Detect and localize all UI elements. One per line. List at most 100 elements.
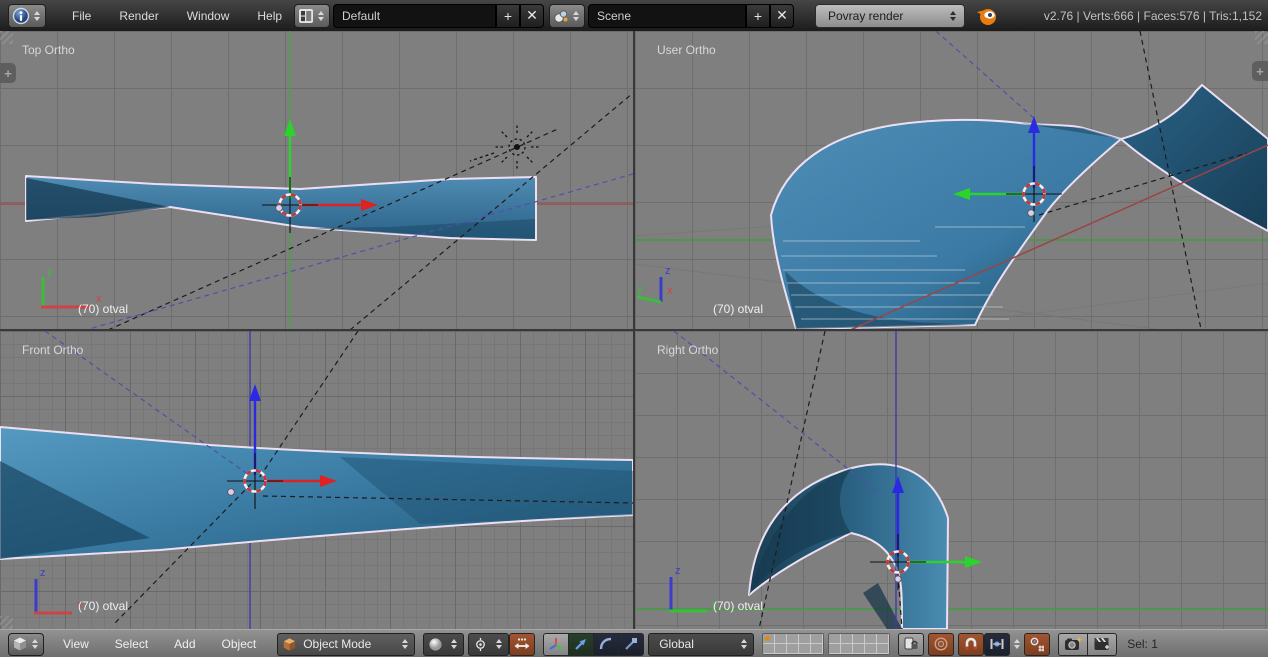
menu-render[interactable]: Render bbox=[105, 0, 172, 31]
viewport-shading-selector[interactable] bbox=[423, 633, 464, 656]
pivot-stepper[interactable] bbox=[494, 639, 504, 649]
stepper-up-arrow[interactable] bbox=[402, 639, 408, 643]
object-origin[interactable] bbox=[276, 205, 283, 212]
editor-type-selector[interactable] bbox=[8, 633, 44, 656]
orientation-selector[interactable]: Global bbox=[648, 633, 754, 656]
editor-type-stepper[interactable] bbox=[30, 639, 40, 649]
manipulator-toggle-button[interactable] bbox=[543, 633, 569, 656]
layer-toggle[interactable] bbox=[787, 634, 799, 644]
screen-layout-browser[interactable] bbox=[294, 4, 330, 28]
layer-toggle[interactable] bbox=[799, 644, 811, 654]
stepper-down-arrow[interactable] bbox=[34, 17, 40, 21]
viewport-front-ortho[interactable]: z x Front Ortho (70) otval bbox=[0, 331, 633, 629]
layer-toggle[interactable] bbox=[841, 644, 853, 654]
layout-name-field[interactable]: Default bbox=[333, 4, 496, 28]
layer-toggle[interactable] bbox=[865, 634, 877, 644]
layer-toggle[interactable] bbox=[763, 644, 775, 654]
stepper-down-arrow[interactable] bbox=[32, 645, 38, 649]
window-resize-grip[interactable] bbox=[0, 616, 13, 629]
mode-stepper[interactable] bbox=[400, 639, 410, 649]
layer-toggle[interactable] bbox=[787, 644, 799, 654]
scene-name-field[interactable]: Scene bbox=[588, 4, 746, 28]
layer-toggle[interactable] bbox=[877, 644, 889, 654]
stepper-up-arrow[interactable] bbox=[318, 11, 324, 15]
snap-element-stepper[interactable] bbox=[1012, 639, 1022, 649]
viewport-top-ortho[interactable]: y x Top Ortho (70) otval + bbox=[0, 31, 633, 329]
add-layout-button[interactable]: + bbox=[496, 4, 520, 28]
pivot-point-selector[interactable] bbox=[468, 633, 509, 656]
layer-toggle[interactable] bbox=[877, 634, 889, 644]
stepper-up-arrow[interactable] bbox=[573, 11, 579, 15]
layer-toggle[interactable] bbox=[829, 634, 841, 644]
orientation-stepper[interactable] bbox=[739, 639, 749, 649]
window-resize-grip[interactable] bbox=[0, 31, 13, 44]
translate-manipulator-button[interactable] bbox=[569, 633, 594, 656]
layout-stepper[interactable] bbox=[316, 11, 326, 21]
render-engine-selector[interactable]: Povray render bbox=[815, 4, 965, 28]
menu-view[interactable]: View bbox=[50, 637, 102, 651]
scene-stepper[interactable] bbox=[571, 11, 581, 21]
object-origin[interactable] bbox=[895, 576, 901, 582]
mesh-object-blade[interactable] bbox=[749, 464, 948, 629]
menu-window[interactable]: Window bbox=[173, 0, 244, 31]
layer-toggle[interactable] bbox=[853, 644, 865, 654]
engine-stepper[interactable] bbox=[948, 11, 958, 21]
shading-stepper[interactable] bbox=[449, 639, 459, 649]
snap-toggle[interactable] bbox=[958, 633, 984, 656]
close-layout-button[interactable]: ✕ bbox=[520, 4, 544, 28]
stepper-down-arrow[interactable] bbox=[741, 645, 747, 649]
snap-whole-objects-toggle[interactable] bbox=[1024, 633, 1050, 656]
opengl-render-button[interactable] bbox=[1058, 633, 1088, 656]
region-expand-tab[interactable]: + bbox=[1252, 61, 1268, 81]
stepper-down-arrow[interactable] bbox=[573, 17, 579, 21]
stepper-up-arrow[interactable] bbox=[32, 639, 38, 643]
viewport-user-ortho[interactable]: z y x User Ortho (70) otval + bbox=[635, 31, 1268, 329]
layer-toggle[interactable] bbox=[829, 644, 841, 654]
editor-type-selector[interactable] bbox=[8, 4, 46, 28]
stepper-down-arrow[interactable] bbox=[318, 17, 324, 21]
stepper-down-arrow[interactable] bbox=[451, 645, 457, 649]
stepper-down-arrow[interactable] bbox=[496, 645, 502, 649]
manipulate-centers-toggle[interactable] bbox=[509, 633, 535, 656]
stepper-down-arrow[interactable] bbox=[1014, 645, 1020, 649]
mesh-object-blade[interactable] bbox=[0, 427, 633, 559]
window-resize-grip[interactable] bbox=[1255, 31, 1268, 44]
layer-toggle[interactable] bbox=[865, 644, 877, 654]
layer-toggle[interactable] bbox=[841, 634, 853, 644]
region-expand-tab[interactable]: + bbox=[0, 63, 16, 83]
mode-selector[interactable]: Object Mode bbox=[277, 633, 415, 656]
layer-toggle[interactable] bbox=[811, 634, 823, 644]
menu-help[interactable]: Help bbox=[243, 0, 296, 31]
rotate-manipulator-button[interactable] bbox=[594, 633, 619, 656]
layer-toggle[interactable] bbox=[799, 634, 811, 644]
stepper-up-arrow[interactable] bbox=[950, 11, 956, 15]
layer-toggle[interactable] bbox=[775, 644, 787, 654]
menu-object[interactable]: Object bbox=[209, 637, 270, 651]
lock-to-scene-toggle[interactable] bbox=[898, 633, 924, 656]
stepper-up-arrow[interactable] bbox=[34, 11, 40, 15]
stepper-up-arrow[interactable] bbox=[496, 639, 502, 643]
object-origin[interactable] bbox=[228, 489, 235, 496]
menu-file[interactable]: File bbox=[58, 0, 105, 31]
editor-type-stepper[interactable] bbox=[32, 11, 42, 21]
opengl-render-animation-button[interactable] bbox=[1088, 633, 1117, 656]
proportional-edit-selector[interactable] bbox=[928, 633, 954, 656]
object-origin[interactable] bbox=[1028, 210, 1035, 217]
stepper-down-arrow[interactable] bbox=[402, 645, 408, 649]
layer-toggle[interactable] bbox=[853, 634, 865, 644]
snap-element-selector[interactable] bbox=[984, 633, 1010, 656]
scale-manipulator-button[interactable] bbox=[619, 633, 644, 656]
close-scene-button[interactable]: ✕ bbox=[770, 4, 794, 28]
layer-toggle[interactable] bbox=[763, 634, 775, 644]
viewport-right-ortho[interactable]: z y Right Ortho (70) otval bbox=[635, 331, 1268, 629]
stepper-down-arrow[interactable] bbox=[950, 17, 956, 21]
stepper-up-arrow[interactable] bbox=[1014, 639, 1020, 643]
scene-browser[interactable] bbox=[549, 4, 585, 28]
layer-toggle[interactable] bbox=[811, 644, 823, 654]
stepper-up-arrow[interactable] bbox=[741, 639, 747, 643]
layer-toggle[interactable] bbox=[775, 634, 787, 644]
menu-add[interactable]: Add bbox=[161, 637, 208, 651]
add-scene-button[interactable]: + bbox=[746, 4, 770, 28]
menu-select[interactable]: Select bbox=[102, 637, 161, 651]
stepper-up-arrow[interactable] bbox=[451, 639, 457, 643]
